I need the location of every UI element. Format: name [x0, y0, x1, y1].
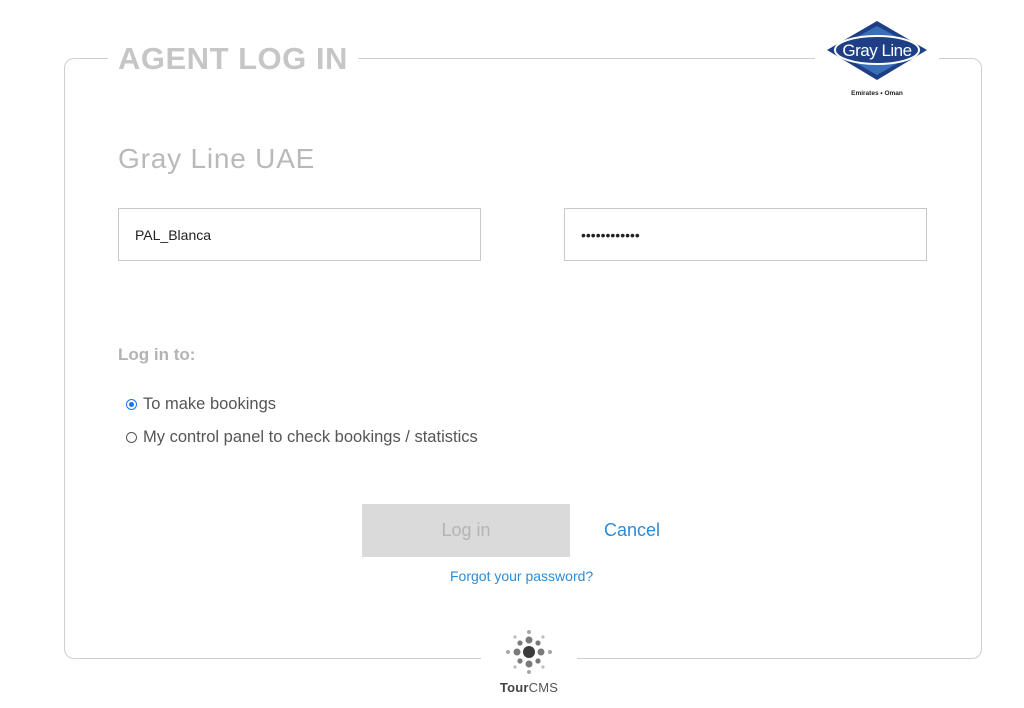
username-input[interactable]: [118, 208, 481, 261]
password-input[interactable]: [564, 208, 927, 261]
radio-make-bookings[interactable]: [126, 398, 137, 410]
radio-control-panel[interactable]: [126, 431, 137, 443]
option-make-bookings[interactable]: To make bookings: [126, 393, 276, 415]
gray-line-logo: Gray Line Emirates • Oman: [815, 18, 939, 102]
login-to-label: Log in to:: [118, 345, 196, 364]
tourcms-brand-bold: Tour: [499, 680, 529, 695]
option-control-panel[interactable]: My control panel to check bookings / sta…: [126, 426, 478, 448]
cancel-link[interactable]: Cancel: [604, 518, 660, 542]
agency-name: Gray Line UAE: [118, 143, 316, 174]
login-button[interactable]: Log in: [362, 504, 570, 557]
tourcms-brand-rest: CMS: [528, 680, 559, 695]
option-control-panel-label: My control panel to check bookings / sta…: [143, 427, 478, 446]
logo-tagline: Emirates • Oman: [851, 90, 903, 97]
option-make-bookings-label: To make bookings: [143, 394, 276, 413]
tourcms-dots-icon: [506, 630, 552, 674]
form-legend: AGENT LOG IN: [108, 38, 358, 80]
tourcms-logo: TourCMS: [481, 628, 577, 708]
forgot-password-link[interactable]: Forgot your password?: [450, 567, 593, 585]
logo-text: Gray Line: [842, 41, 911, 60]
